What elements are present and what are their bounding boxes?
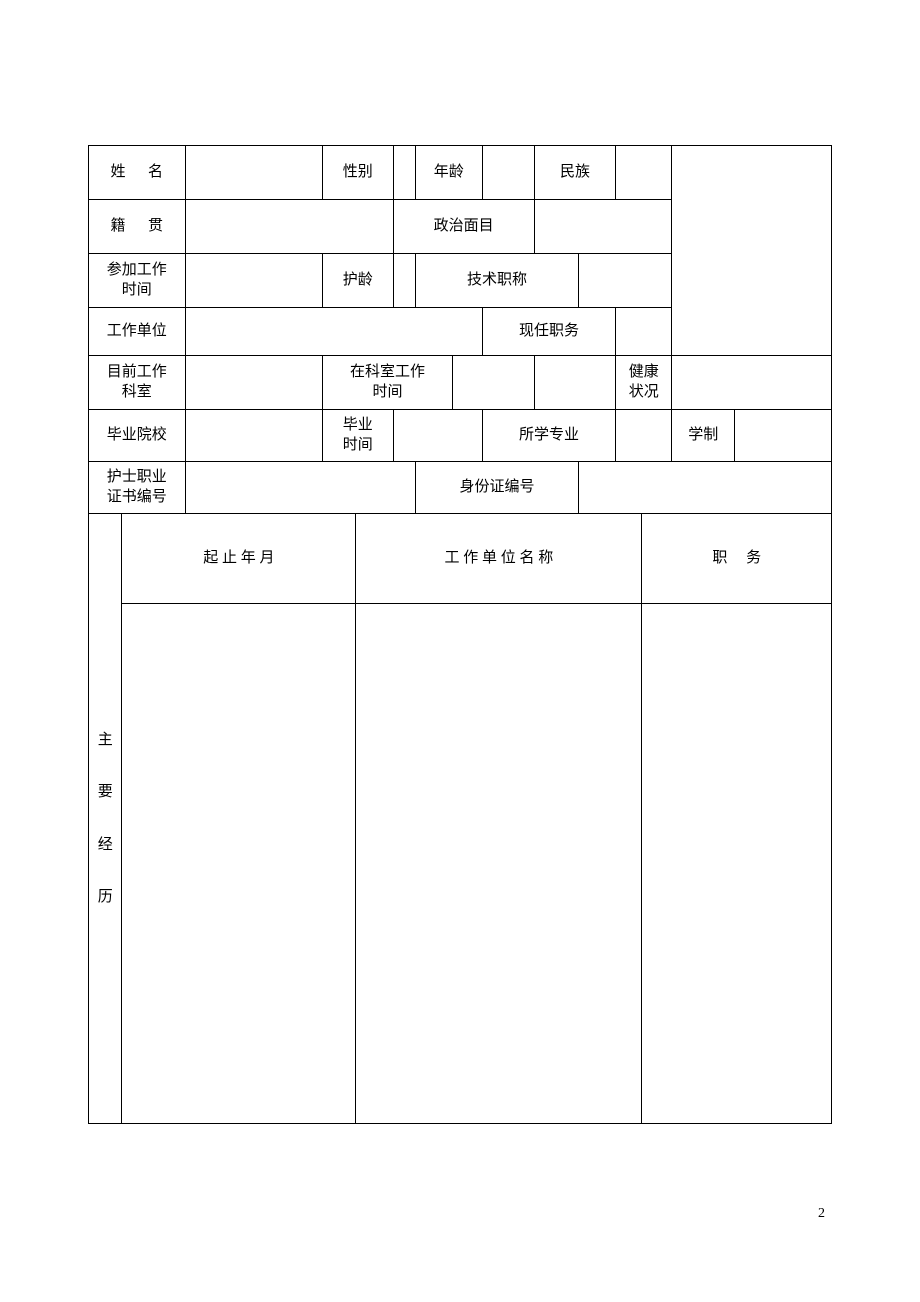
label-main-history: 主 要 经 历 xyxy=(89,514,122,1124)
label-gender: 性别 xyxy=(323,146,394,200)
value-current-position xyxy=(616,308,672,356)
history-body-position xyxy=(642,604,832,1124)
page-number: 2 xyxy=(818,1206,825,1222)
value-health xyxy=(672,356,832,410)
label-edu-system: 学制 xyxy=(672,410,735,462)
value-gender xyxy=(393,146,415,200)
value-nurse-cert xyxy=(185,462,415,514)
label-age: 年龄 xyxy=(415,146,482,200)
history-header-position: 职 务 xyxy=(642,514,832,604)
value-grad-school xyxy=(185,410,322,462)
value-grad-time xyxy=(393,410,482,462)
value-work-start xyxy=(185,254,322,308)
label-grad-school: 毕业院校 xyxy=(89,410,186,462)
history-header-org: 工 作 单 位 名 称 xyxy=(356,514,642,604)
label-current-dept: 目前工作科室 xyxy=(89,356,186,410)
label-nursing-age: 护龄 xyxy=(323,254,394,308)
label-major: 所学专业 xyxy=(482,410,616,462)
label-native-place: 籍 贯 xyxy=(89,200,186,254)
value-id-number xyxy=(579,462,832,514)
value-blank-r5 xyxy=(534,356,616,410)
history-body-org xyxy=(356,604,642,1124)
label-current-position: 现任职务 xyxy=(482,308,616,356)
value-name xyxy=(185,146,322,200)
label-political-status: 政治面目 xyxy=(393,200,534,254)
label-name: 姓 名 xyxy=(89,146,186,200)
value-nursing-age xyxy=(393,254,415,308)
label-work-unit: 工作单位 xyxy=(89,308,186,356)
value-political-status xyxy=(534,200,671,254)
label-health: 健康状况 xyxy=(616,356,672,410)
history-header-period: 起 止 年 月 xyxy=(122,514,356,604)
value-current-dept xyxy=(185,356,322,410)
personnel-form-table: 姓 名 性别 年龄 民族 籍 贯 政治面目 参加工作时间 xyxy=(88,145,832,1124)
photo-area xyxy=(672,146,832,356)
value-tech-title xyxy=(579,254,672,308)
label-ethnicity: 民族 xyxy=(534,146,616,200)
value-work-unit xyxy=(185,308,482,356)
label-work-start: 参加工作时间 xyxy=(89,254,186,308)
value-age xyxy=(482,146,534,200)
label-dept-time: 在科室工作时间 xyxy=(323,356,453,410)
value-major xyxy=(616,410,672,462)
label-nurse-cert: 护士职业证书编号 xyxy=(89,462,186,514)
label-tech-title: 技术职称 xyxy=(415,254,578,308)
history-body-period xyxy=(122,604,356,1124)
label-id-number: 身份证编号 xyxy=(415,462,578,514)
value-native-place xyxy=(185,200,393,254)
value-dept-time xyxy=(452,356,534,410)
label-grad-time: 毕业时间 xyxy=(323,410,394,462)
value-ethnicity xyxy=(616,146,672,200)
value-edu-system xyxy=(735,410,832,462)
